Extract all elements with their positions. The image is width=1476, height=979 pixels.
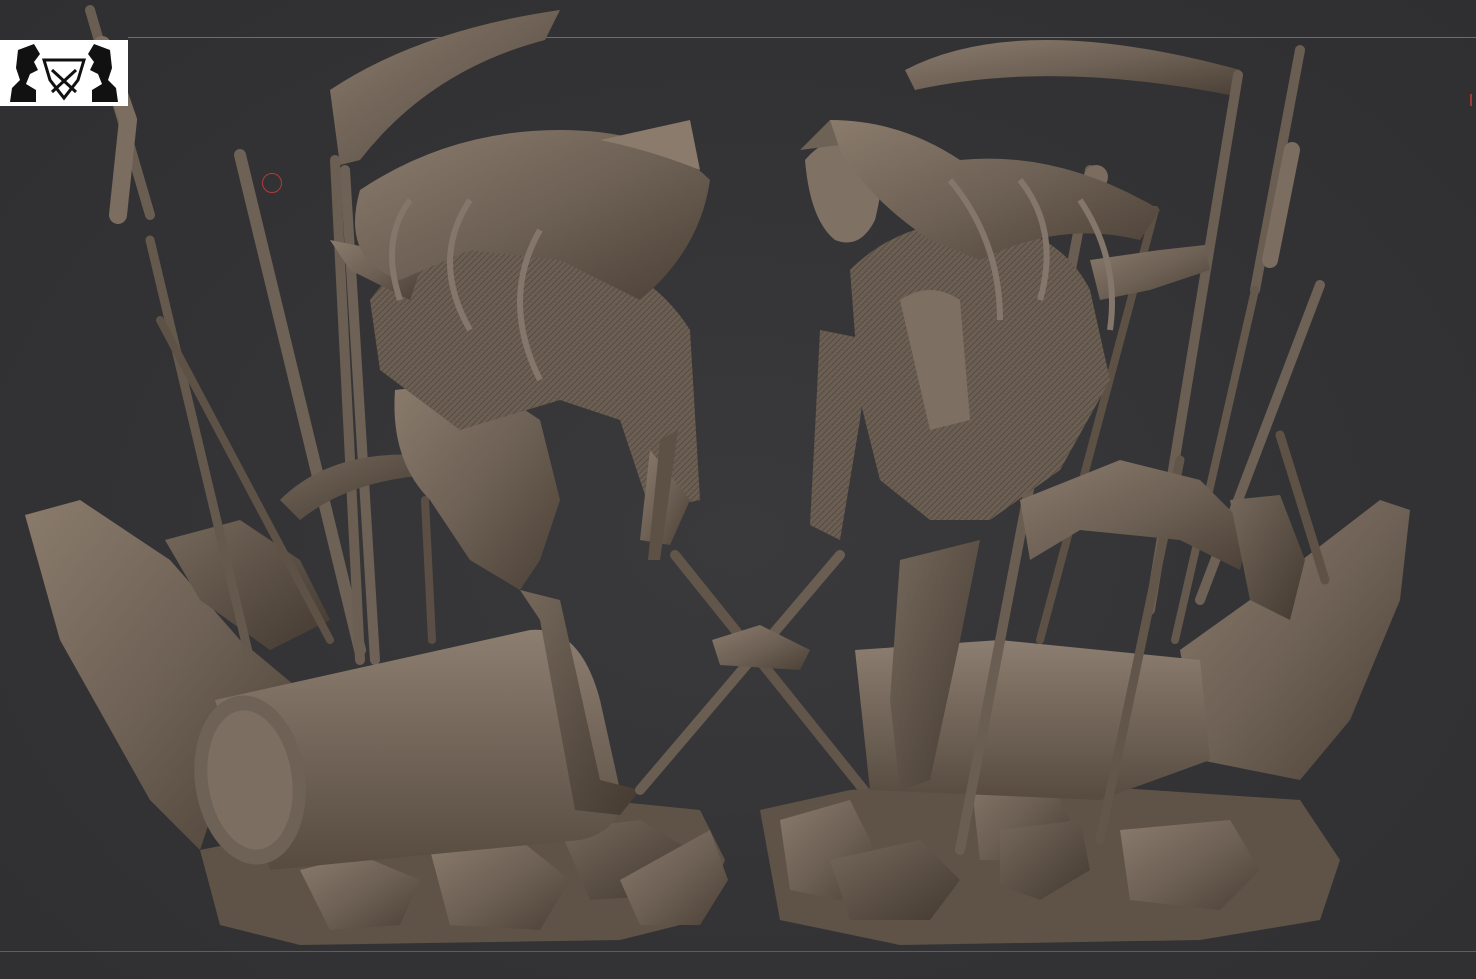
- brand-logo-icon: [0, 40, 128, 106]
- figure-front-view[interactable]: [760, 40, 1410, 945]
- edge-indicator-icon: [1470, 94, 1476, 106]
- sculpt-scene[interactable]: [0, 0, 1476, 979]
- brand-logo: [0, 40, 128, 106]
- base-rocks-right: [760, 500, 1410, 945]
- 3d-viewport[interactable]: [0, 0, 1476, 979]
- brush-cursor-icon: [262, 173, 282, 193]
- figure-back-view[interactable]: [25, 5, 905, 945]
